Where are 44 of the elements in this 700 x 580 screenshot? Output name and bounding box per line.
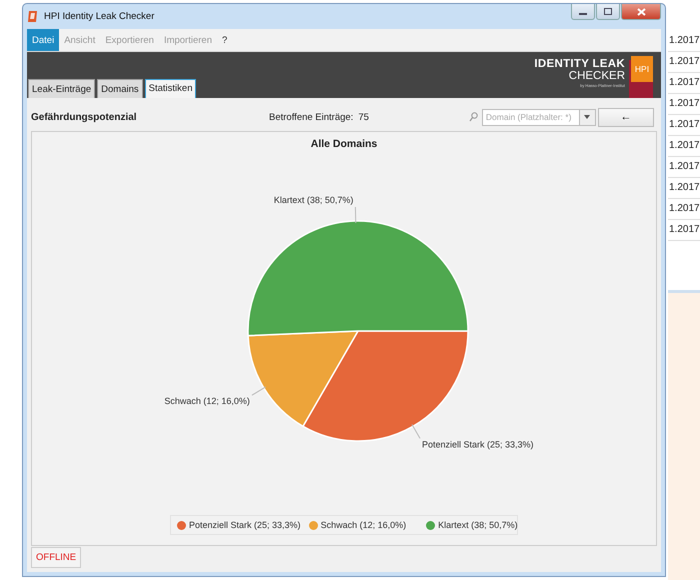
table-cell: 1.2017 — [668, 52, 700, 73]
slice-label: Klartext (38; 50,7%) — [273, 195, 353, 206]
logo-text: IDENTITY LEAK — [534, 58, 625, 70]
menu-item[interactable]: ? — [217, 29, 232, 51]
section-title: Gefährdungspotenzial — [31, 112, 138, 122]
domain-field[interactable]: Domain (Platzhalter: *) — [482, 108, 580, 126]
table-cell: 1.2017 — [668, 199, 700, 220]
table-cell: 1.2017 — [668, 136, 700, 157]
close-icon — [636, 8, 646, 16]
tab[interactable]: Statistiken — [144, 79, 196, 98]
chart-title: Alle Domains — [310, 138, 378, 150]
table-cell: 1.2017 — [668, 178, 700, 199]
table-cell: 1.2017 — [668, 115, 700, 136]
table-cell: 1.2017 — [668, 220, 700, 241]
count-label: Betroffene Einträge: — [269, 112, 354, 122]
logo-badge: HPI — [629, 56, 653, 98]
logo-text: CHECKER — [568, 70, 625, 82]
status-button[interactable]: OFFLINE — [31, 547, 82, 568]
dropdown-button[interactable] — [580, 108, 596, 126]
table-cell: 1.2017 — [668, 94, 700, 115]
table-cell: 1.2017 — [668, 31, 700, 52]
app-icon — [27, 10, 39, 23]
table-cell: 1.2017 — [668, 73, 700, 94]
maximize-icon — [604, 8, 612, 15]
tab[interactable]: Leak-Einträge — [28, 79, 96, 98]
leader-line — [250, 386, 266, 396]
menu-item[interactable]: Datei — [27, 29, 60, 51]
legend-label: Schwach (12; 16,0%) — [320, 520, 406, 530]
maximize-button[interactable] — [596, 4, 620, 20]
leader-line — [354, 206, 356, 224]
count-value: 75 — [358, 112, 369, 122]
legend-label: Klartext (38; 50,7%) — [438, 520, 518, 530]
back-button[interactable]: ← — [598, 108, 654, 126]
table-cell: 1.2017 — [668, 157, 700, 178]
window-title: HPI Identity Leak Checker — [44, 11, 154, 22]
search-icon — [468, 112, 478, 122]
slice-label: Potenziell Stark (25; 33,3%) — [422, 439, 534, 450]
legend-label: Potenziell Stark (25; 33,3%) — [189, 520, 301, 530]
minimize-button[interactable] — [571, 4, 595, 20]
slice-label: Schwach (12; 16,0%) — [164, 396, 250, 406]
tab[interactable]: Domains — [97, 79, 143, 98]
close-button[interactable] — [621, 4, 661, 20]
dropdown-icon — [584, 115, 590, 119]
leader-line — [411, 424, 420, 439]
